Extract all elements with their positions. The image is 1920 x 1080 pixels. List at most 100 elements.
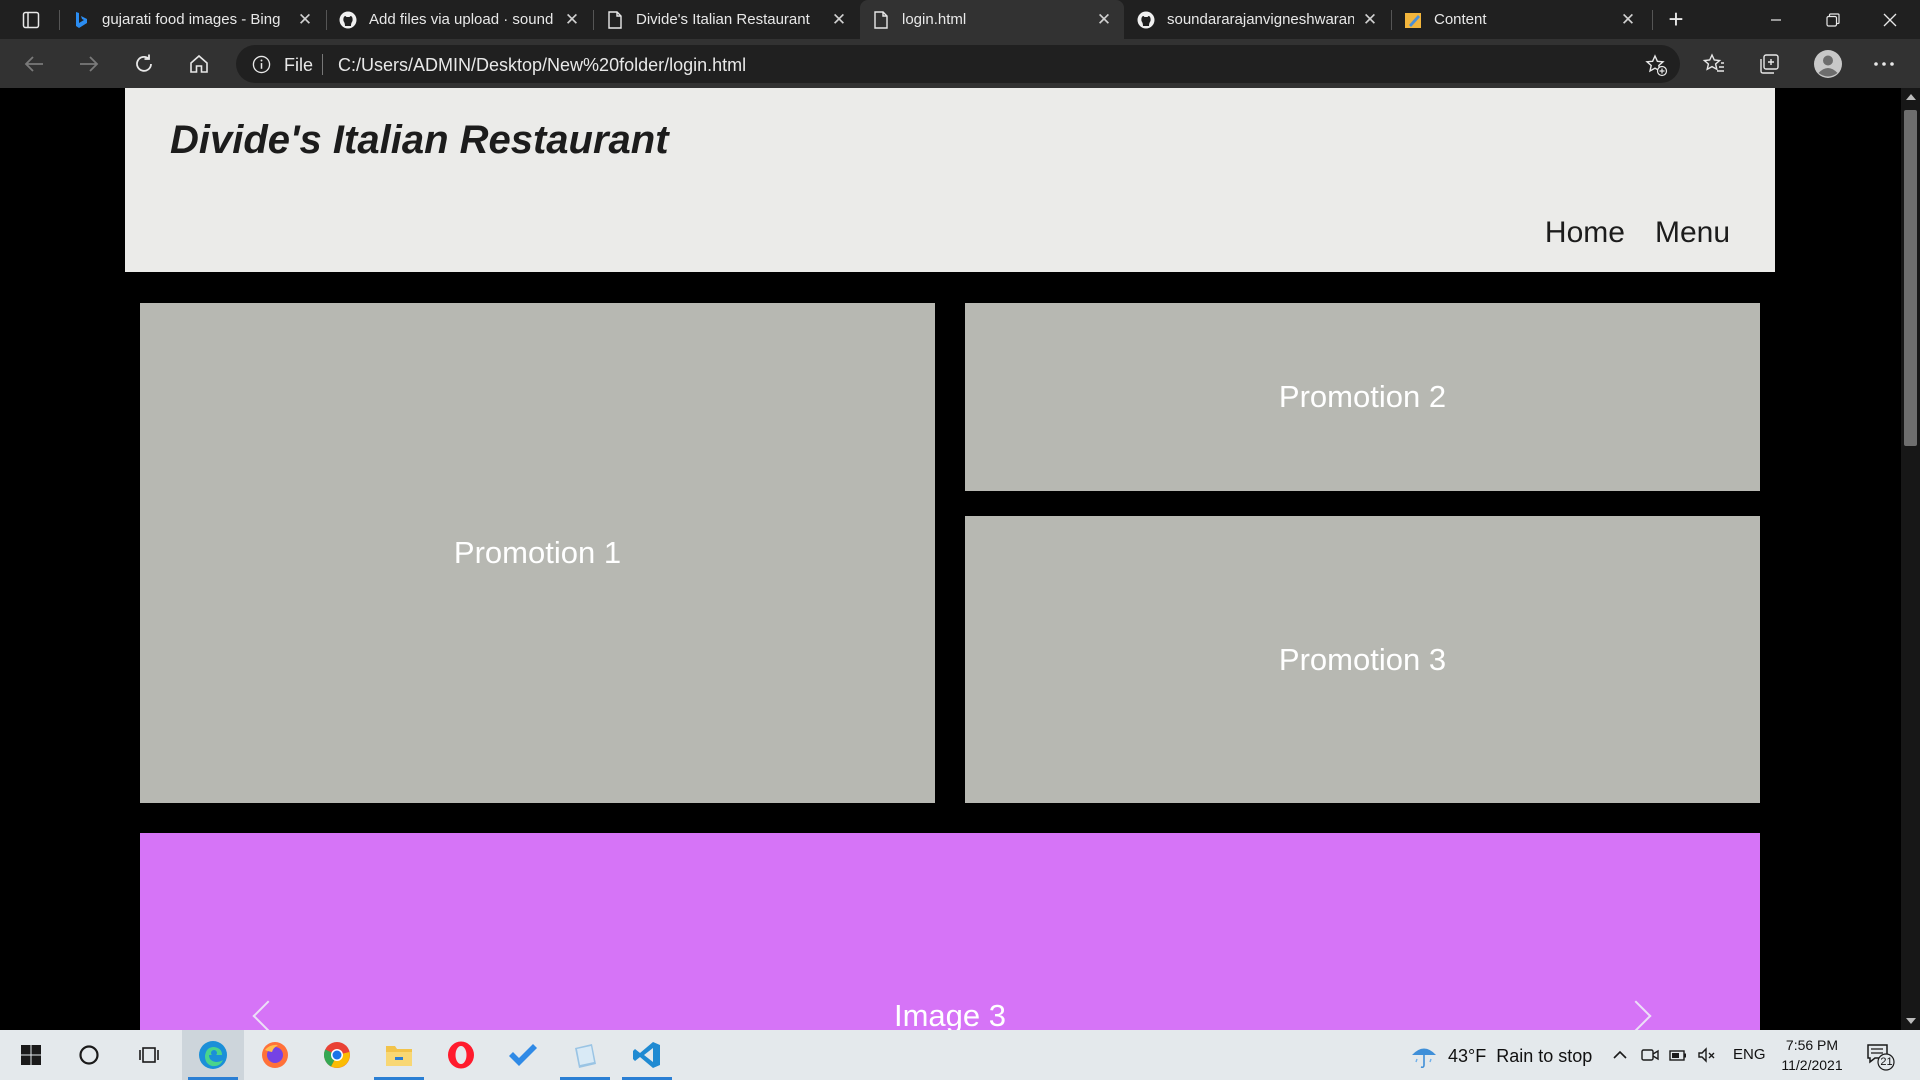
new-tab-button[interactable]: + xyxy=(1660,4,1692,36)
profile-button[interactable] xyxy=(1810,46,1846,82)
tab-login-active[interactable]: login.html ✕ xyxy=(860,0,1124,39)
home-icon xyxy=(190,54,208,73)
restore-button[interactable] xyxy=(1805,0,1861,39)
carousel-caption: Image 3 xyxy=(893,998,1006,1030)
close-icon[interactable]: ✕ xyxy=(1618,10,1638,30)
close-window-button[interactable] xyxy=(1862,0,1918,39)
site-header: Divide's Italian Restaurant Home Menu xyxy=(125,88,1775,272)
settings-more-button[interactable] xyxy=(1867,47,1901,81)
battery-icon[interactable] xyxy=(1668,1045,1688,1065)
close-icon xyxy=(1883,13,1897,26)
close-icon[interactable]: ✕ xyxy=(295,10,315,30)
close-icon[interactable]: ✕ xyxy=(1360,10,1380,30)
notification-center-button[interactable]: 21 xyxy=(1865,1041,1895,1071)
taskbar-notepad[interactable] xyxy=(554,1030,616,1080)
volume-muted-icon[interactable] xyxy=(1697,1045,1717,1065)
back-button[interactable] xyxy=(17,47,51,81)
restore-icon xyxy=(1826,12,1840,27)
refresh-button[interactable] xyxy=(127,47,161,81)
firefox-icon xyxy=(262,1042,288,1068)
url-text[interactable]: C:/Users/ADMIN/Desktop/New%20folder/logi… xyxy=(338,55,746,76)
taskbar-file-explorer[interactable] xyxy=(368,1030,430,1080)
tab-title: Content xyxy=(1434,11,1487,28)
tab-actions-button[interactable] xyxy=(12,7,50,33)
taskbar-chrome[interactable] xyxy=(306,1030,368,1080)
tab-github-upload[interactable]: Add files via upload · sound ✕ xyxy=(327,0,592,39)
page-icon xyxy=(606,10,624,29)
language-indicator[interactable]: ENG xyxy=(1733,1046,1766,1063)
info-icon[interactable] xyxy=(252,55,271,74)
collections-button[interactable] xyxy=(1752,47,1786,81)
scroll-down-icon[interactable] xyxy=(1906,1018,1916,1024)
vscode-icon xyxy=(633,1042,660,1068)
promotion-3-panel: Promotion 3 xyxy=(965,516,1760,803)
start-button[interactable] xyxy=(0,1030,62,1080)
tab-title: Add files via upload · sound xyxy=(369,11,554,28)
clock-date: 11/2/2021 xyxy=(1781,1057,1843,1073)
page-viewport: Divide's Italian Restaurant Home Menu Pr… xyxy=(0,88,1901,1030)
page-scrollbar[interactable] xyxy=(1901,88,1920,1030)
close-icon[interactable]: ✕ xyxy=(829,10,849,30)
chevron-up-icon[interactable] xyxy=(1610,1045,1630,1065)
task-view-icon xyxy=(139,1047,159,1063)
refresh-icon xyxy=(136,54,152,72)
tab-bing[interactable]: gujarati food images - Bing ✕ xyxy=(60,0,325,39)
task-view-button[interactable] xyxy=(118,1030,180,1080)
url-scheme-label: File xyxy=(284,55,314,75)
taskbar-vscode[interactable] xyxy=(616,1030,678,1080)
tab-strip: gujarati food images - Bing ✕ Add files … xyxy=(0,0,1920,39)
favorites-icon xyxy=(1702,53,1724,72)
taskbar-todo[interactable] xyxy=(492,1030,554,1080)
windows-start-icon xyxy=(21,1045,41,1065)
clock[interactable]: 7:56 PM 11/2/2021 xyxy=(1772,1035,1852,1075)
url-divider xyxy=(322,54,323,75)
taskbar-opera[interactable] xyxy=(430,1030,492,1080)
promotion-2-panel: Promotion 2 xyxy=(965,303,1760,491)
arrow-right-icon xyxy=(80,56,99,72)
notification-count: 21 xyxy=(1880,1056,1893,1068)
scroll-thumb[interactable] xyxy=(1904,110,1917,446)
tab-title: soundararajanvigneshwaran xyxy=(1167,11,1354,28)
site-title: Divide's Italian Restaurant xyxy=(170,118,669,162)
nav-link-home[interactable]: Home xyxy=(1545,216,1625,250)
page-icon xyxy=(872,10,890,29)
taskbar: 43°F Rain to stop ENG 7:56 PM 11/2/2021 … xyxy=(0,1030,1920,1080)
site-nav: Home Menu xyxy=(1545,216,1730,250)
scroll-up-icon[interactable] xyxy=(1906,94,1916,100)
umbrella-icon xyxy=(1412,1048,1436,1069)
avatar-icon xyxy=(1814,50,1842,78)
home-button[interactable] xyxy=(182,47,216,81)
nav-link-menu[interactable]: Menu xyxy=(1655,216,1730,250)
tab-title: Divide's Italian Restaurant xyxy=(636,11,810,28)
address-bar[interactable]: File C:/Users/ADMIN/Desktop/New%20folder… xyxy=(236,45,1680,83)
more-icon xyxy=(1874,62,1894,66)
minimize-icon xyxy=(1771,18,1781,21)
tab-separator xyxy=(1652,10,1653,30)
favorites-button[interactable] xyxy=(1697,47,1731,81)
opera-icon xyxy=(448,1041,474,1069)
tab-content[interactable]: Content ✕ xyxy=(1392,0,1648,39)
close-icon[interactable]: ✕ xyxy=(1094,10,1114,30)
close-icon[interactable]: ✕ xyxy=(562,10,582,30)
tab-github-profile[interactable]: soundararajanvigneshwaran ✕ xyxy=(1125,0,1390,39)
notepad-icon xyxy=(575,1044,596,1068)
bing-icon xyxy=(72,11,90,29)
forward-button[interactable] xyxy=(72,47,106,81)
tab-actions-icon xyxy=(22,11,40,29)
taskbar-edge[interactable] xyxy=(182,1030,244,1080)
tab-restaurant[interactable]: Divide's Italian Restaurant ✕ xyxy=(594,0,859,39)
edge-icon xyxy=(199,1041,227,1069)
promotion-2-label: Promotion 2 xyxy=(1278,379,1447,414)
browser-toolbar: File C:/Users/ADMIN/Desktop/New%20folder… xyxy=(0,39,1920,88)
taskbar-firefox[interactable] xyxy=(244,1030,306,1080)
notepad-icon xyxy=(1404,11,1422,29)
meet-now-icon[interactable] xyxy=(1640,1045,1660,1065)
add-favorite-icon[interactable] xyxy=(1644,53,1668,77)
collections-icon xyxy=(1760,54,1779,74)
weather-widget[interactable]: 43°F Rain to stop xyxy=(1410,1042,1592,1070)
file-explorer-icon xyxy=(386,1046,412,1066)
minimize-button[interactable] xyxy=(1748,0,1804,39)
tab-title: gujarati food images - Bing xyxy=(102,11,281,28)
image-carousel: Image 3 xyxy=(140,833,1760,1030)
search-button[interactable] xyxy=(58,1030,120,1080)
